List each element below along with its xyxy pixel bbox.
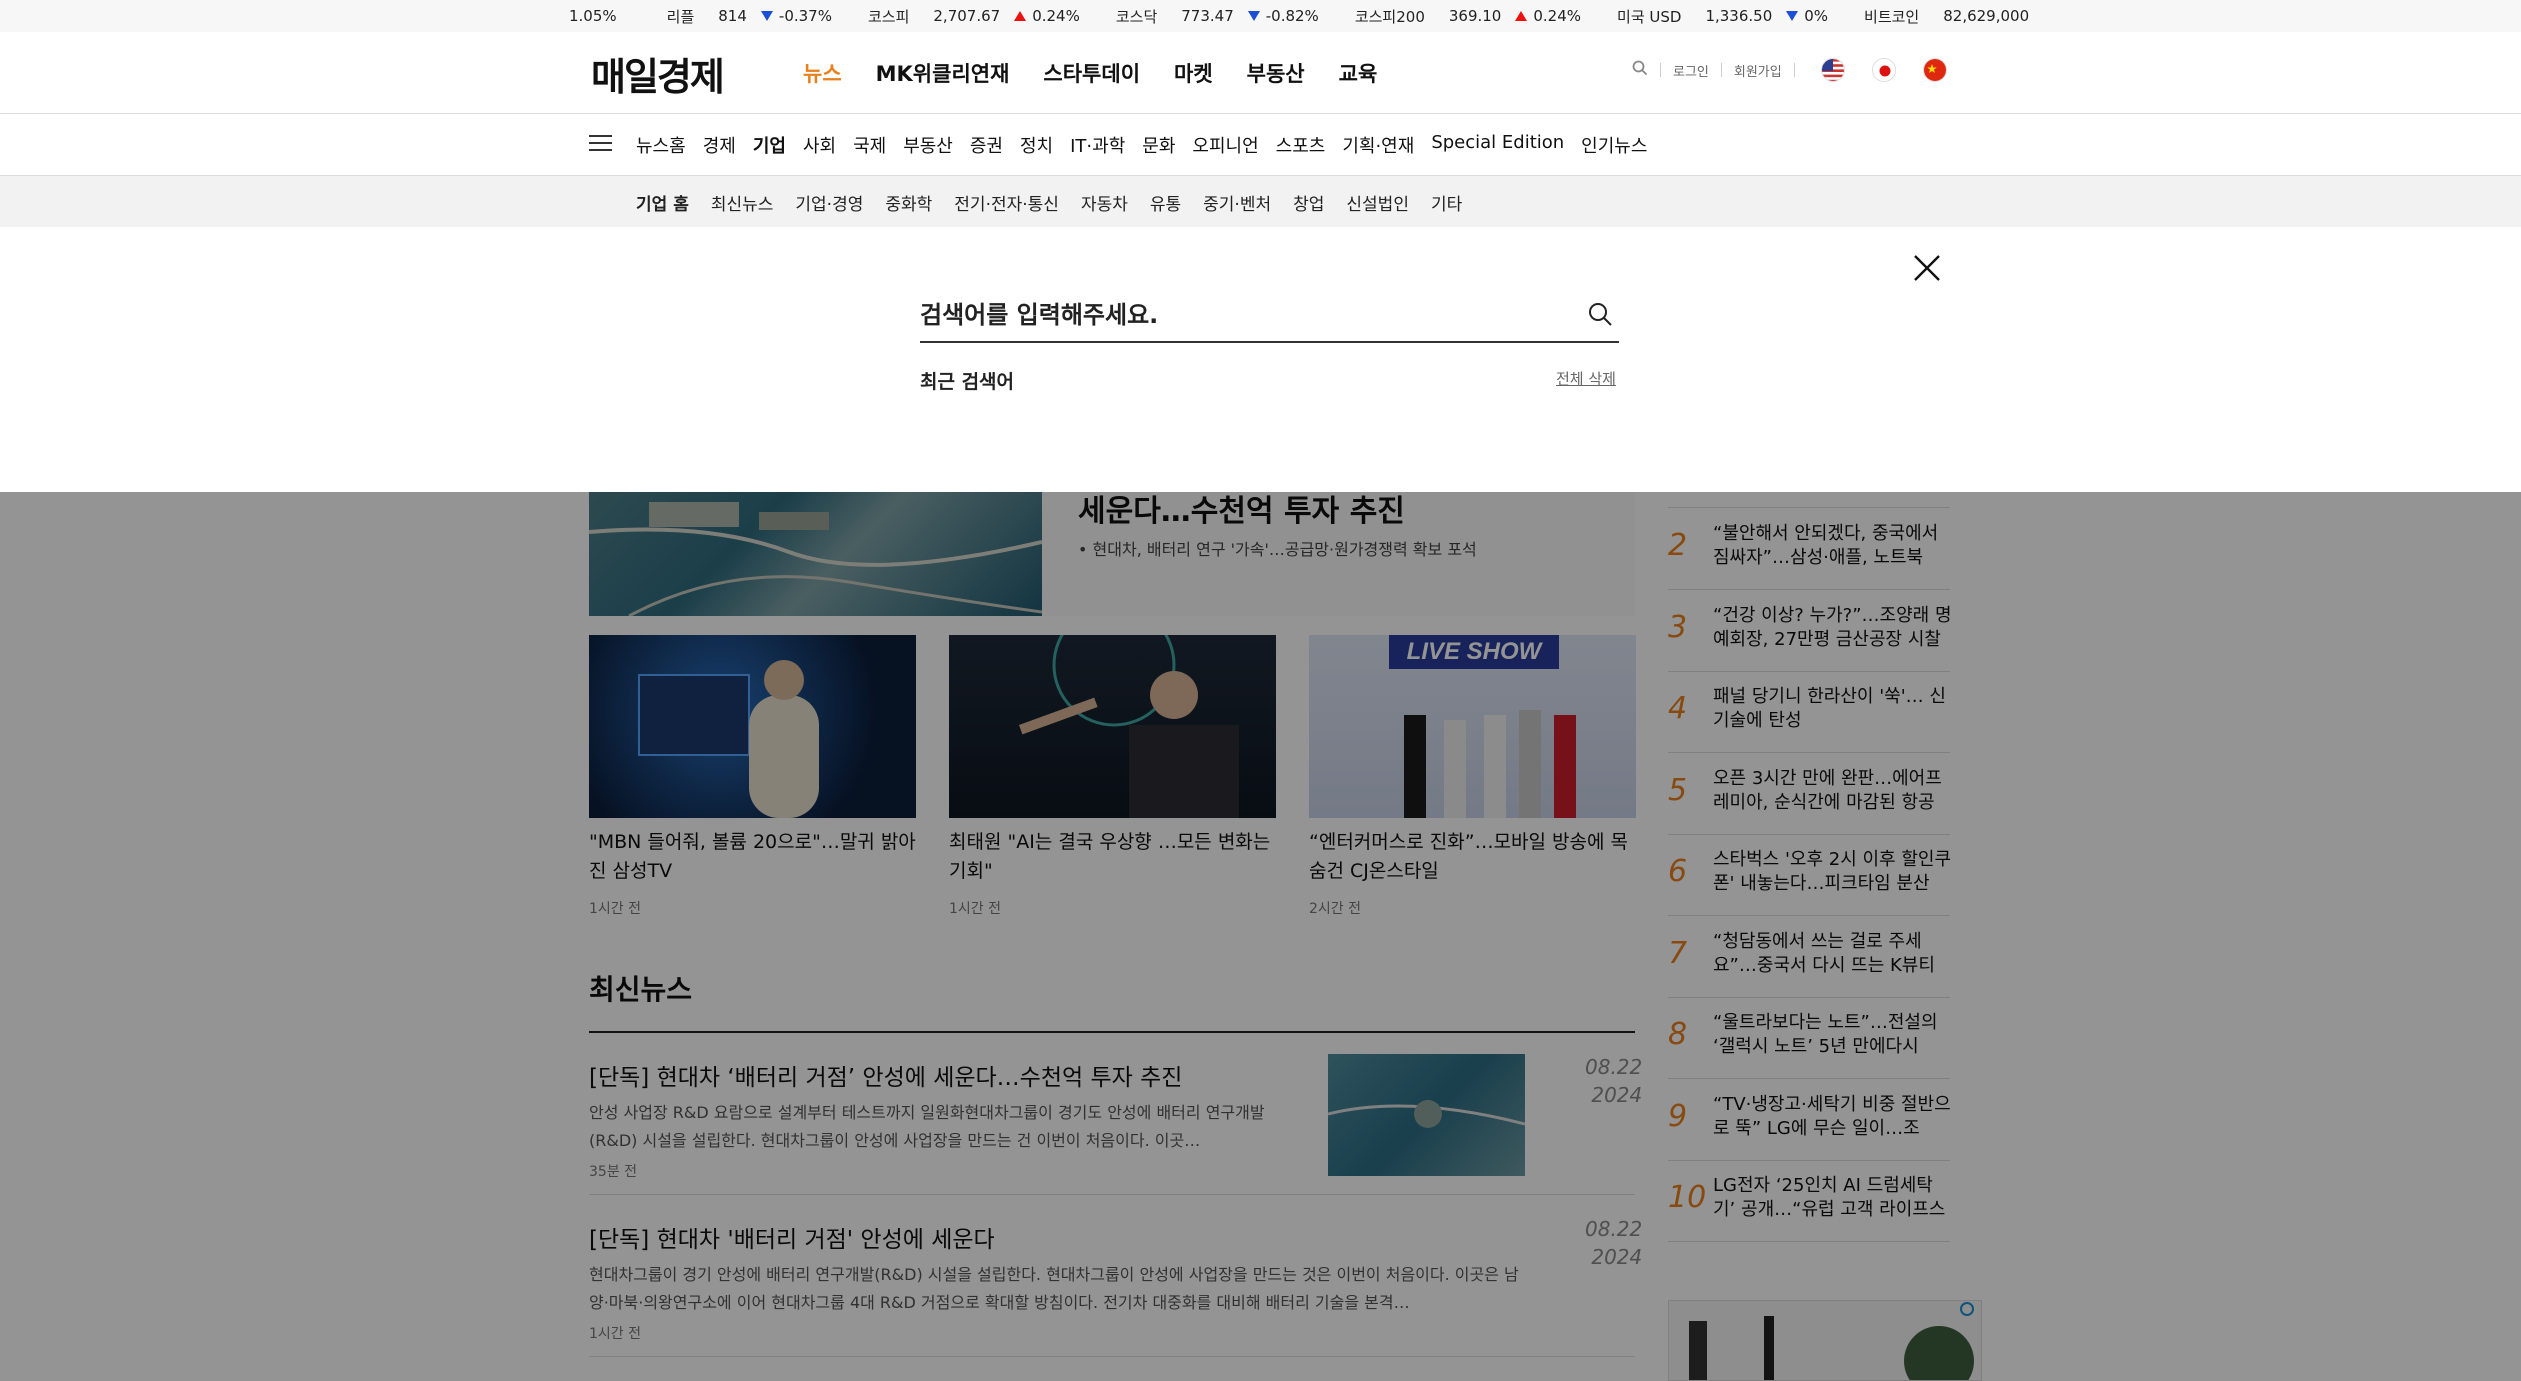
ticker-name: 코스피200 (1354, 7, 1425, 26)
nav-real-estate[interactable]: 부동산 (1247, 58, 1305, 88)
subcat-chemical[interactable]: 중화학 (885, 190, 932, 215)
header-utilities: 로그인 회원가입 (1632, 58, 1947, 82)
cat-economy[interactable]: 경제 (703, 132, 736, 158)
nav-mk-weekly[interactable]: MK위클리연재 (876, 58, 1010, 88)
subcat-new-corp[interactable]: 신설법인 (1346, 190, 1409, 215)
ticker-value: 2,707.67 (933, 7, 1001, 25)
subcat-sme[interactable]: 중기·벤처 (1203, 190, 1271, 215)
divider (1720, 63, 1722, 77)
ticker-value: 1,336.50 (1705, 7, 1773, 25)
ticker-change: -0.37% (778, 7, 832, 25)
cat-special-edition[interactable]: Special Edition (1431, 132, 1564, 158)
divider (1660, 63, 1661, 77)
search-input[interactable] (920, 295, 1560, 335)
category-list: 뉴스홈 경제 기업 사회 국제 부동산 증권 정치 IT·과학 문화 오피니언 … (636, 132, 1664, 158)
arrow-up-icon (1014, 11, 1027, 21)
search-icon[interactable] (1632, 60, 1648, 80)
nav-education[interactable]: 교육 (1339, 58, 1378, 88)
ticker-strip: 1.05% 리플 814 -0.37% 코스피 2,707.67 0.24% 코스닥 773.4… (569, 0, 2079, 32)
ticker-name: 비트코인 (1864, 7, 1920, 26)
ticker-value: 82,629,000 (1943, 7, 2030, 25)
divider (1793, 63, 1795, 77)
cat-series[interactable]: 기획·연재 (1342, 132, 1414, 158)
cat-politics[interactable]: 정치 (1020, 132, 1053, 158)
ticker-value: 1.05% (569, 7, 617, 25)
ticker-item[interactable]: 코스닥 773.47 -0.82% (1116, 6, 1319, 27)
ticker-name: 리플 (666, 7, 695, 26)
site-logo[interactable]: 매일경제 (591, 46, 725, 101)
ticker-change: 0.24% (1032, 7, 1080, 25)
ticker-item[interactable]: 리플 814 -0.37% (667, 6, 832, 27)
modal-overlay[interactable] (0, 492, 2521, 1381)
delete-all-button[interactable]: 전체 삭제 (1556, 368, 1616, 389)
search-panel: 최근 검색어 전체 삭제 (0, 227, 2521, 492)
ticker-name: 코스닥 (1115, 7, 1158, 26)
arrow-down-icon (1786, 11, 1799, 21)
search-box (920, 289, 1619, 343)
arrow-up-icon (1515, 11, 1528, 21)
ticker-value: 773.47 (1181, 7, 1234, 25)
subcat-retail[interactable]: 유통 (1150, 190, 1181, 215)
subcat-auto[interactable]: 자동차 (1081, 190, 1128, 215)
cat-world[interactable]: 국제 (853, 132, 886, 158)
subcat-startup[interactable]: 창업 (1293, 190, 1324, 215)
subcat-electronics[interactable]: 전기·전자·통신 (954, 190, 1059, 215)
close-icon[interactable] (1912, 253, 1942, 283)
arrow-down-icon (1247, 11, 1260, 21)
ticker-name: 코스피 (867, 7, 910, 26)
search-icon[interactable] (1587, 301, 1613, 327)
cat-popular-news[interactable]: 인기뉴스 (1581, 132, 1647, 158)
ticker-item[interactable]: 코스피 2,707.67 0.24% (868, 6, 1080, 27)
cat-news-home[interactable]: 뉴스홈 (636, 132, 686, 158)
ticker-change: 0.24% (1533, 7, 1582, 25)
ticker-value: 814 (718, 7, 747, 25)
ticker-item[interactable]: 비트코인 82,629,000 (1864, 6, 2043, 27)
menu-icon[interactable] (589, 135, 612, 153)
subcategory-bar: 기업 홈 최신뉴스 기업·경영 중화학 전기·전자·통신 자동차 유통 중기·벤… (0, 176, 2521, 227)
china-flag-icon[interactable] (1922, 58, 1947, 82)
ticker-item[interactable]: 미국 USD 1,336.50 0% (1617, 6, 1828, 27)
ticker-change: 0% (1804, 7, 1829, 25)
site-header: 매일경제 뉴스 MK위클리연재 스타투데이 마켓 부동산 교육 로그인 회원가입 (0, 32, 2521, 114)
ticker-change: -0.82% (1265, 7, 1319, 25)
ticker-item[interactable]: 1.05% (569, 7, 631, 25)
subcat-management[interactable]: 기업·경영 (795, 190, 863, 215)
cat-sports[interactable]: 스포츠 (1276, 132, 1326, 158)
recent-searches-label: 최근 검색어 (920, 371, 1015, 393)
cat-culture[interactable]: 문화 (1142, 132, 1175, 158)
ticker-item[interactable]: 코스피200 369.10 0.24% (1355, 6, 1581, 27)
cat-society[interactable]: 사회 (803, 132, 836, 158)
arrow-down-icon (760, 11, 773, 21)
nav-news[interactable]: 뉴스 (803, 58, 842, 88)
cat-business[interactable]: 기업 (753, 132, 786, 158)
japan-flag-icon[interactable] (1871, 58, 1896, 82)
cat-real-estate[interactable]: 부동산 (903, 132, 953, 158)
nav-market[interactable]: 마켓 (1174, 58, 1213, 88)
cat-it-science[interactable]: IT·과학 (1070, 132, 1125, 158)
subcat-latest[interactable]: 최신뉴스 (711, 190, 774, 215)
nav-star-today[interactable]: 스타투데이 (1043, 58, 1140, 88)
ticker-name: 미국 USD (1617, 7, 1682, 26)
us-flag-icon[interactable] (1820, 58, 1845, 82)
cat-opinion[interactable]: 오피니언 (1192, 132, 1258, 158)
market-ticker: 1.05% 리플 814 -0.37% 코스피 2,707.67 0.24% 코스닥 773.4… (0, 0, 2521, 32)
category-bar: 뉴스홈 경제 기업 사회 국제 부동산 증권 정치 IT·과학 문화 오피니언 … (0, 114, 2521, 176)
top-navigation: 뉴스 MK위클리연재 스타투데이 마켓 부동산 교육 (803, 58, 1411, 88)
login-link[interactable]: 로그인 (1673, 61, 1709, 80)
subcat-business-home[interactable]: 기업 홈 (636, 190, 689, 215)
ticker-value: 369.10 (1448, 7, 1502, 25)
cat-stocks[interactable]: 증권 (970, 132, 1003, 158)
subcategory-list: 기업 홈 최신뉴스 기업·경영 중화학 전기·전자·통신 자동차 유통 중기·벤… (636, 190, 1484, 215)
signup-link[interactable]: 회원가입 (1734, 61, 1782, 80)
subcat-etc[interactable]: 기타 (1431, 190, 1462, 215)
